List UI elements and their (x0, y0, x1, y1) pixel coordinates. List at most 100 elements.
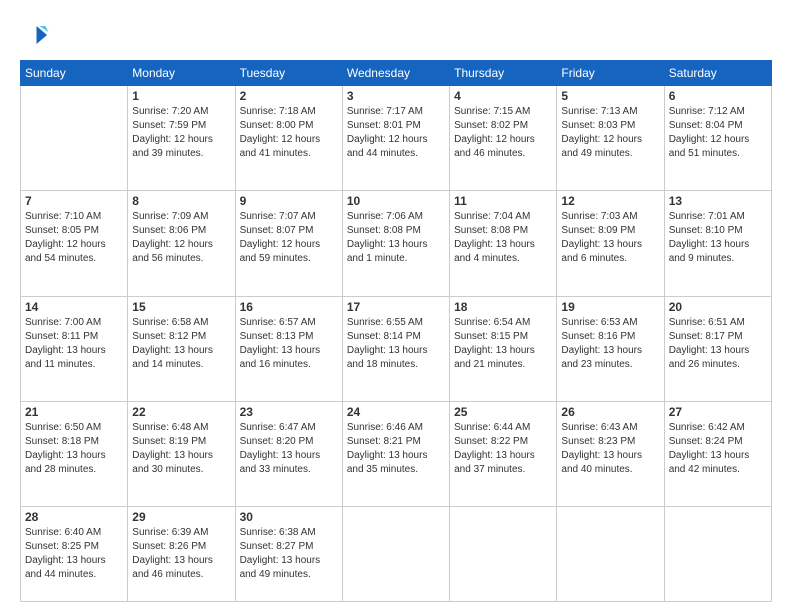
header-monday: Monday (128, 61, 235, 86)
day-info: Sunrise: 6:38 AMSunset: 8:27 PMDaylight:… (240, 526, 338, 582)
calendar-cell: 4Sunrise: 7:15 AMSunset: 8:02 PMDaylight… (450, 86, 557, 191)
day-info: Sunrise: 6:39 AMSunset: 8:26 PMDaylight:… (132, 526, 230, 582)
calendar-cell: 15 Sunrise: 6:58 AMSunset: 8:12 PMDayligh… (128, 296, 235, 401)
day-number: 30 (240, 510, 338, 524)
day-info: Sunrise: 7:10 AMSunset: 8:05 PMDaylight:… (25, 210, 123, 266)
calendar-week-1: 1 Sunrise: 7:20 AMSunset: 7:59 PMDaylight… (21, 86, 772, 191)
day-info: Sunrise: 6:43 AMSunset: 8:23 PMDaylight:… (561, 421, 659, 477)
calendar-cell (450, 507, 557, 602)
page: SundayMondayTuesdayWednesdayThursdayFrid… (0, 0, 792, 612)
day-number: 22 (132, 405, 230, 419)
header-saturday: Saturday (664, 61, 771, 86)
day-number: 7 (25, 194, 123, 208)
day-number: 26 (561, 405, 659, 419)
day-number: 8 (132, 194, 230, 208)
day-info: Sunrise: 7:01 AMSunset: 8:10 PMDaylight:… (669, 210, 767, 266)
day-info: Sunrise: 7:18 AMSunset: 8:00 PMDaylight:… (240, 105, 338, 161)
day-info: Sunrise: 7:15 AMSunset: 8:02 PMDaylight:… (454, 105, 552, 161)
day-info: Sunrise: 6:57 AMSunset: 8:13 PMDaylight:… (240, 316, 338, 372)
day-number: 19 (561, 300, 659, 314)
calendar-week-4: 21Sunrise: 6:50 AMSunset: 8:18 PMDayligh… (21, 402, 772, 507)
calendar-cell: 26 Sunrise: 6:43 AMSunset: 8:23 PMDayligh… (557, 402, 664, 507)
day-number: 21 (25, 405, 123, 419)
calendar-cell: 16 Sunrise: 6:57 AMSunset: 8:13 PMDayligh… (235, 296, 342, 401)
header-friday: Friday (557, 61, 664, 86)
day-number: 3 (347, 89, 445, 103)
day-info: Sunrise: 7:17 AMSunset: 8:01 PMDaylight:… (347, 105, 445, 161)
calendar-cell: 10 Sunrise: 7:06 AMSunset: 8:08 PMDayligh… (342, 191, 449, 296)
day-info: Sunrise: 7:06 AMSunset: 8:08 PMDaylight:… (347, 210, 445, 266)
day-info: Sunrise: 6:54 AMSunset: 8:15 PMDaylight:… (454, 316, 552, 372)
calendar-cell: 5Sunrise: 7:13 AMSunset: 8:03 PMDaylight… (557, 86, 664, 191)
day-info: Sunrise: 7:03 AMSunset: 8:09 PMDaylight:… (561, 210, 659, 266)
calendar-cell: 13 Sunrise: 7:01 AMSunset: 8:10 PMDayligh… (664, 191, 771, 296)
day-number: 13 (669, 194, 767, 208)
day-number: 20 (669, 300, 767, 314)
calendar-cell: 7 Sunrise: 7:10 AMSunset: 8:05 PMDaylight… (21, 191, 128, 296)
day-info: Sunrise: 7:13 AMSunset: 8:03 PMDaylight:… (561, 105, 659, 161)
header-wednesday: Wednesday (342, 61, 449, 86)
day-number: 28 (25, 510, 123, 524)
header (20, 20, 772, 50)
day-number: 27 (669, 405, 767, 419)
calendar-cell: 25 Sunrise: 6:44 AMSunset: 8:22 PMDayligh… (450, 402, 557, 507)
calendar-cell: 9 Sunrise: 7:07 AMSunset: 8:07 PMDaylight… (235, 191, 342, 296)
calendar-cell: 19 Sunrise: 6:53 AMSunset: 8:16 PMDayligh… (557, 296, 664, 401)
header-sunday: Sunday (21, 61, 128, 86)
day-number: 25 (454, 405, 552, 419)
day-number: 9 (240, 194, 338, 208)
logo (20, 20, 54, 50)
calendar-cell: 22 Sunrise: 6:48 AMSunset: 8:19 PMDayligh… (128, 402, 235, 507)
header-thursday: Thursday (450, 61, 557, 86)
day-info: Sunrise: 6:42 AMSunset: 8:24 PMDaylight:… (669, 421, 767, 477)
calendar-cell: 2Sunrise: 7:18 AMSunset: 8:00 PMDaylight… (235, 86, 342, 191)
calendar-cell (342, 507, 449, 602)
day-info: Sunrise: 7:04 AMSunset: 8:08 PMDaylight:… (454, 210, 552, 266)
calendar-cell: 8Sunrise: 7:09 AMSunset: 8:06 PMDaylight… (128, 191, 235, 296)
day-number: 24 (347, 405, 445, 419)
calendar-cell (664, 507, 771, 602)
calendar-cell: 24 Sunrise: 6:46 AMSunset: 8:21 PMDayligh… (342, 402, 449, 507)
calendar-cell: 6Sunrise: 7:12 AMSunset: 8:04 PMDaylight… (664, 86, 771, 191)
day-info: Sunrise: 7:20 AMSunset: 7:59 PMDaylight:… (132, 105, 230, 161)
day-number: 15 (132, 300, 230, 314)
calendar-cell: 17 Sunrise: 6:55 AMSunset: 8:14 PMDayligh… (342, 296, 449, 401)
day-number: 1 (132, 89, 230, 103)
calendar-week-5: 28 Sunrise: 6:40 AMSunset: 8:25 PMDayligh… (21, 507, 772, 602)
day-number: 17 (347, 300, 445, 314)
day-info: Sunrise: 6:51 AMSunset: 8:17 PMDaylight:… (669, 316, 767, 372)
day-info: Sunrise: 7:12 AMSunset: 8:04 PMDaylight:… (669, 105, 767, 161)
calendar-cell: 3 Sunrise: 7:17 AMSunset: 8:01 PMDaylight… (342, 86, 449, 191)
day-info: Sunrise: 7:07 AMSunset: 8:07 PMDaylight:… (240, 210, 338, 266)
calendar-cell: 12 Sunrise: 7:03 AMSunset: 8:09 PMDayligh… (557, 191, 664, 296)
day-info: Sunrise: 6:53 AMSunset: 8:16 PMDaylight:… (561, 316, 659, 372)
calendar-cell: 20 Sunrise: 6:51 AMSunset: 8:17 PMDayligh… (664, 296, 771, 401)
calendar-cell: 21Sunrise: 6:50 AMSunset: 8:18 PMDayligh… (21, 402, 128, 507)
day-number: 16 (240, 300, 338, 314)
day-number: 14 (25, 300, 123, 314)
calendar-cell (21, 86, 128, 191)
header-tuesday: Tuesday (235, 61, 342, 86)
day-info: Sunrise: 6:44 AMSunset: 8:22 PMDaylight:… (454, 421, 552, 477)
day-info: Sunrise: 6:48 AMSunset: 8:19 PMDaylight:… (132, 421, 230, 477)
day-info: Sunrise: 6:55 AMSunset: 8:14 PMDaylight:… (347, 316, 445, 372)
day-number: 29 (132, 510, 230, 524)
day-number: 11 (454, 194, 552, 208)
calendar-cell: 23Sunrise: 6:47 AMSunset: 8:20 PMDayligh… (235, 402, 342, 507)
day-number: 23 (240, 405, 338, 419)
day-number: 10 (347, 194, 445, 208)
day-info: Sunrise: 6:40 AMSunset: 8:25 PMDaylight:… (25, 526, 123, 582)
calendar-cell: 29 Sunrise: 6:39 AMSunset: 8:26 PMDayligh… (128, 507, 235, 602)
day-info: Sunrise: 7:00 AMSunset: 8:11 PMDaylight:… (25, 316, 123, 372)
day-number: 12 (561, 194, 659, 208)
day-info: Sunrise: 6:58 AMSunset: 8:12 PMDaylight:… (132, 316, 230, 372)
day-info: Sunrise: 6:46 AMSunset: 8:21 PMDaylight:… (347, 421, 445, 477)
calendar-cell: 27 Sunrise: 6:42 AMSunset: 8:24 PMDayligh… (664, 402, 771, 507)
calendar-cell: 1 Sunrise: 7:20 AMSunset: 7:59 PMDaylight… (128, 86, 235, 191)
calendar-cell: 18Sunrise: 6:54 AMSunset: 8:15 PMDayligh… (450, 296, 557, 401)
logo-icon (20, 20, 50, 50)
calendar-cell (557, 507, 664, 602)
calendar-cell: 11 Sunrise: 7:04 AMSunset: 8:08 PMDayligh… (450, 191, 557, 296)
calendar-week-3: 14 Sunrise: 7:00 AMSunset: 8:11 PMDayligh… (21, 296, 772, 401)
calendar-week-2: 7 Sunrise: 7:10 AMSunset: 8:05 PMDaylight… (21, 191, 772, 296)
